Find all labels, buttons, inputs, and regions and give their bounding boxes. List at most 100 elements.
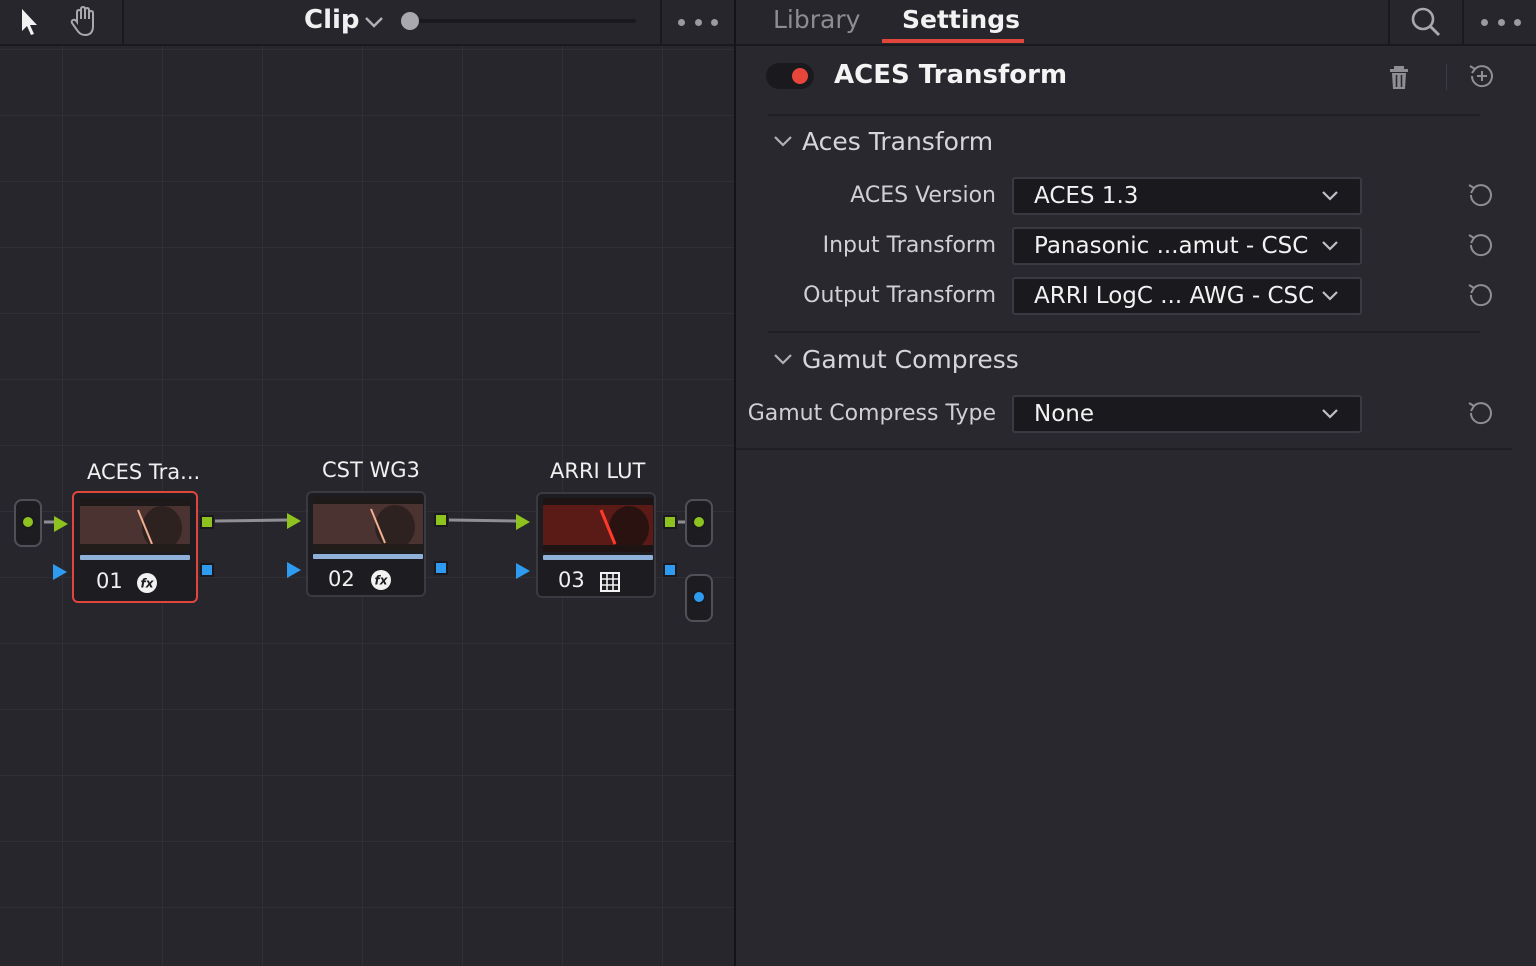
dropdown-value: Panasonic ...amut - CSC: [1034, 233, 1309, 259]
node-03-alpha-output[interactable]: [663, 563, 677, 577]
effect-bottom-divider: [736, 448, 1512, 450]
rgb-output-node[interactable]: [685, 499, 713, 547]
section-title: Aces Transform: [802, 126, 994, 156]
hand-icon: [70, 6, 94, 37]
chevron-down-icon: [1322, 409, 1338, 419]
node-03-alpha-input[interactable]: [516, 563, 530, 579]
add-keyframe-icon: [1469, 65, 1493, 88]
svg-text:fx: fx: [141, 577, 155, 591]
fx-icon: fx: [371, 570, 391, 590]
effect-enable-toggle[interactable]: [766, 63, 814, 89]
node-mode-label: Clip: [304, 5, 360, 35]
more-icon-dot: [711, 18, 718, 26]
node-thumbnail-bar: [313, 554, 423, 559]
source-input-node[interactable]: [14, 499, 42, 547]
add-keyframe-button[interactable]: [1466, 60, 1498, 92]
chevron-down-icon: [774, 136, 792, 147]
node-02-rgb-input[interactable]: [287, 513, 301, 529]
node-thumbnail: [543, 498, 653, 552]
node-number: 02: [328, 567, 355, 591]
effect-header: ACES Transform: [736, 46, 1536, 116]
zoom-slider-handle[interactable]: [401, 12, 419, 30]
svg-text:fx: fx: [375, 574, 389, 588]
param-label-aces-version: ACES Version: [850, 183, 996, 208]
param-label-gamut-compress-type: Gamut Compress Type: [747, 401, 996, 426]
node-number: 03: [558, 568, 585, 592]
trash-icon: [1390, 66, 1408, 89]
search-button[interactable]: [1408, 4, 1444, 40]
node-03-rgb-output[interactable]: [663, 515, 677, 529]
output-transform-dropdown[interactable]: ARRI LogC ... AWG - CSC: [1012, 277, 1362, 315]
node-title-01: ACES Tra...: [87, 460, 201, 484]
section-divider: [768, 114, 1480, 116]
node-thumbnail: [80, 498, 190, 552]
more-icon-dot: [1514, 18, 1521, 26]
inspector-toolbar: Library Settings: [736, 0, 1536, 46]
node-02[interactable]: 02 fx: [306, 491, 426, 597]
node-01-alpha-input[interactable]: [53, 564, 67, 580]
tab-library[interactable]: Library: [773, 5, 860, 34]
toolbar-separator: [122, 0, 124, 44]
effect-title: ACES Transform: [834, 60, 1068, 90]
section-divider: [768, 331, 1480, 333]
node-02-alpha-output[interactable]: [434, 561, 448, 575]
hand-tool-button[interactable]: [68, 4, 104, 40]
dropdown-value: ACES 1.3: [1034, 183, 1139, 209]
reset-input-transform-button[interactable]: [1464, 229, 1496, 261]
rgb-output-dot: [692, 515, 706, 529]
node-01-alpha-output[interactable]: [200, 563, 214, 577]
node-options-button[interactable]: [678, 10, 718, 34]
section-title: Gamut Compress: [802, 344, 1019, 374]
input-transform-dropdown[interactable]: Panasonic ...amut - CSC: [1012, 227, 1362, 265]
rgb-input-dot: [21, 515, 35, 529]
node-number: 01: [96, 569, 123, 593]
node-thumbnail-bar: [543, 555, 653, 560]
pointer-tool-button[interactable]: [12, 4, 48, 40]
alpha-output-dot: [692, 590, 706, 604]
node-thumbnail: [313, 497, 423, 551]
reset-gamut-compress-type-button[interactable]: [1464, 397, 1496, 429]
node-03[interactable]: 03: [536, 492, 656, 598]
node-01-rgb-output[interactable]: [200, 515, 214, 529]
tab-settings[interactable]: Settings: [902, 5, 1020, 34]
param-label-input-transform: Input Transform: [822, 233, 996, 258]
node-02-alpha-input[interactable]: [287, 562, 301, 578]
node-02-rgb-output[interactable]: [434, 513, 448, 527]
chevron-down-icon: [774, 354, 792, 365]
effects-inspector: Library Settings ACES Transform Aces Tra…: [736, 0, 1536, 966]
node-toolbar: Clip: [0, 0, 734, 46]
section-header-gamut-compress[interactable]: Gamut Compress: [772, 343, 1019, 375]
reset-icon: [1468, 402, 1492, 425]
chevron-down-icon: [1322, 191, 1338, 201]
node-01-rgb-input[interactable]: [54, 516, 68, 532]
param-label-output-transform: Output Transform: [803, 283, 996, 308]
zoom-slider[interactable]: [410, 19, 636, 23]
inspector-options-button[interactable]: [1481, 10, 1521, 34]
gamut-compress-type-dropdown[interactable]: None: [1012, 395, 1362, 433]
node-03-rgb-input[interactable]: [516, 514, 530, 530]
mode-dropdown-button[interactable]: [362, 12, 386, 32]
active-tab-indicator: [882, 39, 1024, 43]
search-icon: [1411, 7, 1441, 37]
toggle-indicator: [792, 68, 808, 84]
lut-grid-icon: [600, 572, 620, 592]
chevron-down-icon: [365, 17, 383, 28]
reset-icon: [1468, 234, 1492, 257]
node-title-02: CST WG3: [322, 458, 420, 482]
node-01[interactable]: 01 fx: [72, 491, 198, 603]
node-editor[interactable]: Clip ACES Tra... 01 fx CST WG3 02 fx ARR…: [0, 0, 734, 966]
node-title-03: ARRI LUT: [550, 459, 646, 483]
aces-version-dropdown[interactable]: ACES 1.3: [1012, 177, 1362, 215]
delete-effect-button[interactable]: [1388, 62, 1416, 92]
reset-icon: [1468, 184, 1492, 207]
alpha-output-node[interactable]: [685, 574, 713, 622]
reset-output-transform-button[interactable]: [1464, 279, 1496, 311]
toolbar-separator: [1388, 0, 1390, 44]
dropdown-value: None: [1034, 401, 1095, 427]
toolbar-separator: [660, 0, 662, 44]
dropdown-value: ARRI LogC ... AWG - CSC: [1034, 283, 1315, 309]
reset-aces-version-button[interactable]: [1464, 179, 1496, 211]
section-header-aces-transform[interactable]: Aces Transform: [772, 125, 993, 157]
chevron-down-icon: [1322, 291, 1338, 301]
chevron-down-icon: [1322, 241, 1338, 251]
